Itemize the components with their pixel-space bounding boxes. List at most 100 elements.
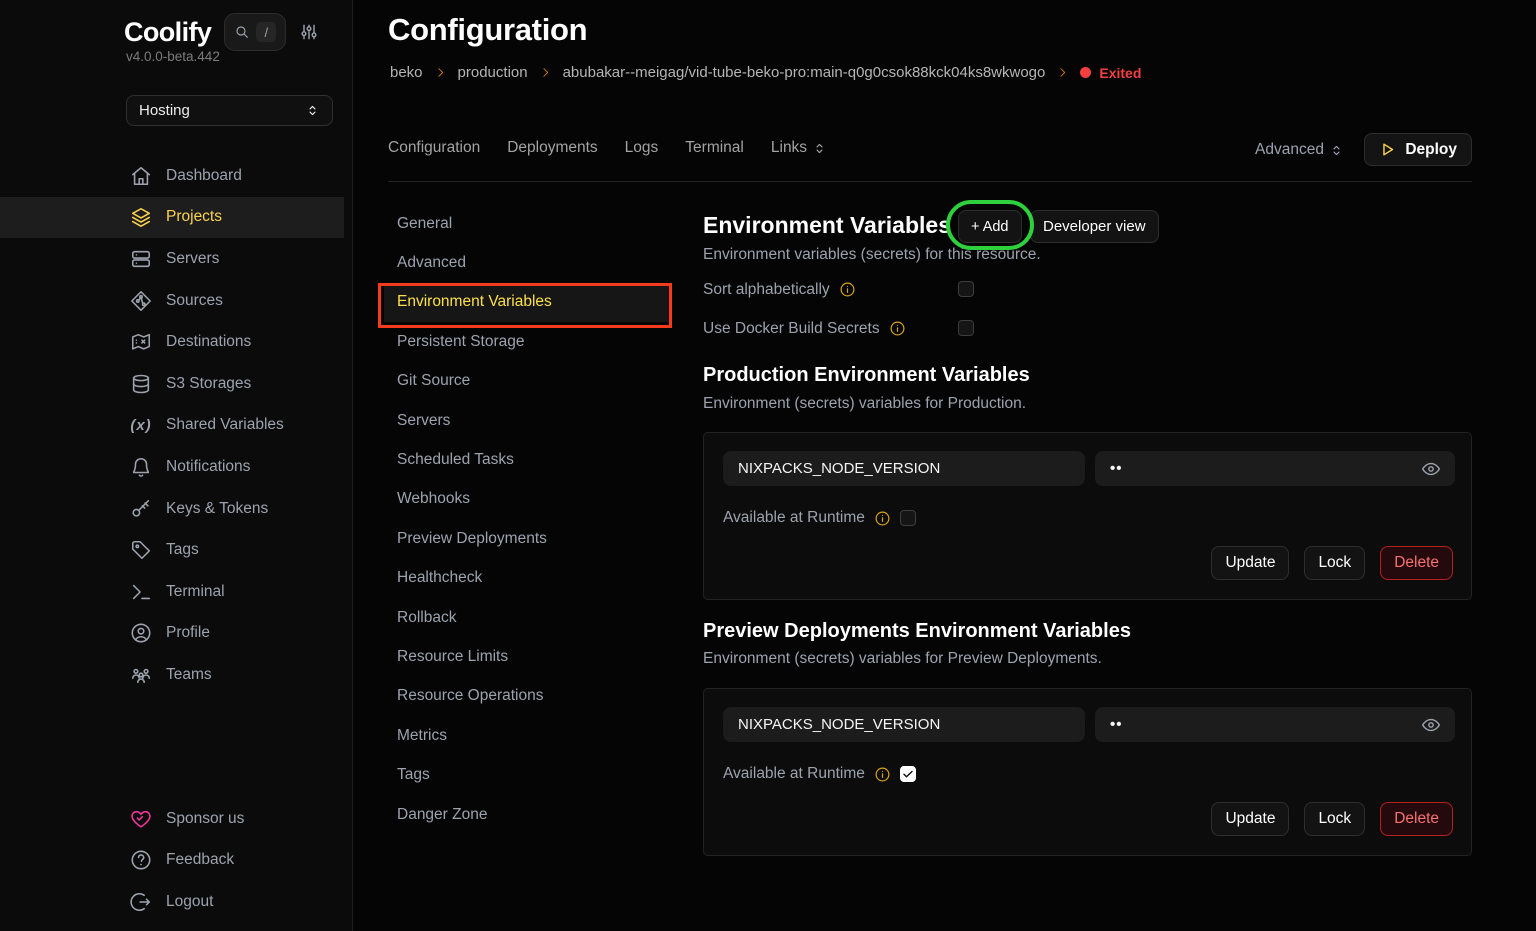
- sidebar-item-keys-tokens[interactable]: Keys & Tokens: [0, 488, 352, 530]
- sidebar-item-feedback[interactable]: Feedback: [0, 840, 352, 882]
- info-icon[interactable]: [839, 281, 856, 298]
- status-badge: Exited: [1080, 65, 1141, 81]
- eye-icon: [1421, 715, 1441, 735]
- subnav-item-resource-limits[interactable]: Resource Limits: [397, 637, 647, 676]
- sidebar-menu: Dashboard Projects Servers Sources Desti…: [0, 155, 352, 696]
- subnav-item-environment-variables[interactable]: Environment Variables: [384, 283, 670, 322]
- docker-build-secrets-row: Use Docker Build Secrets: [703, 320, 906, 337]
- users-icon: [130, 664, 152, 686]
- docker-build-secrets-checkbox[interactable]: [958, 320, 974, 336]
- production-variable-card: Available at Runtime Update Lock Delete: [703, 432, 1472, 600]
- tab-links[interactable]: Links: [771, 139, 827, 157]
- tab-deployments[interactable]: Deployments: [507, 139, 597, 157]
- available-at-runtime-checkbox[interactable]: [900, 510, 916, 526]
- info-icon[interactable]: [874, 510, 891, 527]
- sidebar: Coolify / v4.0.0-beta.442 Hosting Dashbo…: [0, 0, 353, 931]
- git-source-icon: [130, 290, 152, 312]
- help-icon: [130, 849, 152, 871]
- app-version: v4.0.0-beta.442: [126, 49, 220, 64]
- search-button[interactable]: /: [224, 13, 286, 51]
- subnav-item-persistent-storage[interactable]: Persistent Storage: [397, 322, 647, 361]
- layers-icon: [130, 206, 152, 228]
- coolify-app: Coolify / v4.0.0-beta.442 Hosting Dashbo…: [0, 0, 1536, 931]
- advanced-dropdown[interactable]: Advanced: [1255, 141, 1344, 159]
- reveal-value-button[interactable]: [1421, 715, 1441, 735]
- resource-tabs: Configuration Deployments Logs Terminal …: [388, 139, 827, 157]
- settings-sliders-icon[interactable]: [299, 22, 319, 42]
- tab-terminal[interactable]: Terminal: [685, 139, 744, 157]
- update-button[interactable]: Update: [1211, 546, 1289, 580]
- heart-icon: [130, 808, 152, 830]
- info-icon[interactable]: [874, 766, 891, 783]
- search-icon: [234, 24, 250, 40]
- sidebar-footer: Sponsor us Feedback Logout: [0, 798, 352, 923]
- info-icon[interactable]: [889, 320, 906, 337]
- preview-variable-card: Available at Runtime Update Lock Delete: [703, 688, 1472, 856]
- chevron-right-icon: [1056, 66, 1069, 79]
- lock-button[interactable]: Lock: [1304, 802, 1365, 836]
- breadcrumb: beko production abubakar--meigag/vid-tub…: [390, 64, 1141, 81]
- subnav-item-healthcheck[interactable]: Healthcheck: [397, 559, 647, 598]
- sidebar-item-servers[interactable]: Servers: [0, 238, 352, 280]
- subnav-item-git-source[interactable]: Git Source: [397, 362, 647, 401]
- subnav-item-scheduled-tasks[interactable]: Scheduled Tasks: [397, 440, 647, 479]
- update-button[interactable]: Update: [1211, 802, 1289, 836]
- logout-icon: [130, 891, 152, 913]
- subnav-item-danger-zone[interactable]: Danger Zone: [397, 795, 647, 834]
- breadcrumb-team[interactable]: beko: [390, 64, 423, 81]
- sidebar-item-logout[interactable]: Logout: [0, 881, 352, 923]
- eye-icon: [1421, 459, 1441, 479]
- status-label: Exited: [1099, 65, 1141, 81]
- variable-value-input[interactable]: [1095, 451, 1455, 486]
- subnav-item-resource-operations[interactable]: Resource Operations: [397, 677, 647, 716]
- sidebar-item-sources[interactable]: Sources: [0, 280, 352, 322]
- subnav-item-rollback[interactable]: Rollback: [397, 598, 647, 637]
- tab-logs[interactable]: Logs: [625, 139, 659, 157]
- variable-name-input[interactable]: [723, 451, 1085, 486]
- delete-button[interactable]: Delete: [1380, 546, 1453, 580]
- subnav-item-general[interactable]: General: [397, 204, 647, 243]
- tabs-divider: [388, 181, 1472, 182]
- available-at-runtime-checkbox[interactable]: [900, 766, 916, 782]
- sidebar-item-projects[interactable]: Projects: [0, 197, 344, 239]
- team-selector[interactable]: Hosting: [126, 95, 333, 126]
- tab-configuration[interactable]: Configuration: [388, 139, 480, 157]
- lock-button[interactable]: Lock: [1304, 546, 1365, 580]
- subnav-item-servers[interactable]: Servers: [397, 401, 647, 440]
- delete-button[interactable]: Delete: [1380, 802, 1453, 836]
- main-content: Configuration beko production abubakar--…: [354, 0, 1536, 931]
- breadcrumb-environment[interactable]: production: [458, 64, 528, 81]
- app-logo: Coolify: [124, 17, 211, 48]
- sidebar-item-destinations[interactable]: Destinations: [0, 321, 352, 363]
- variable-name-input[interactable]: [723, 707, 1085, 742]
- subnav-item-webhooks[interactable]: Webhooks: [397, 480, 647, 519]
- database-icon: [130, 373, 152, 395]
- sidebar-item-s3-storages[interactable]: S3 Storages: [0, 363, 352, 405]
- add-variable-button[interactable]: + Add: [958, 210, 1022, 243]
- variable-value-input[interactable]: [1095, 707, 1455, 742]
- variable-icon: (x): [130, 414, 152, 436]
- subnav-item-tags[interactable]: Tags: [397, 755, 647, 794]
- reveal-value-button[interactable]: [1421, 459, 1441, 479]
- sidebar-item-shared-variables[interactable]: (x) Shared Variables: [0, 405, 352, 447]
- user-icon: [130, 622, 152, 644]
- home-icon: [130, 165, 152, 187]
- deploy-button[interactable]: Deploy: [1364, 133, 1472, 166]
- sidebar-item-notifications[interactable]: Notifications: [0, 446, 352, 488]
- server-icon: [130, 248, 152, 270]
- sidebar-item-sponsor[interactable]: Sponsor us: [0, 798, 352, 840]
- subnav-item-preview-deployments[interactable]: Preview Deployments: [397, 519, 647, 558]
- sidebar-item-teams[interactable]: Teams: [0, 654, 352, 696]
- subnav-item-metrics[interactable]: Metrics: [397, 716, 647, 755]
- sidebar-item-terminal[interactable]: Terminal: [0, 571, 352, 613]
- status-dot-icon: [1080, 67, 1091, 78]
- sidebar-item-dashboard[interactable]: Dashboard: [0, 155, 352, 197]
- breadcrumb-resource[interactable]: abubakar--meigag/vid-tube-beko-pro:main-…: [563, 64, 1046, 81]
- chevron-up-down-icon: [305, 103, 320, 118]
- sidebar-item-tags[interactable]: Tags: [0, 529, 352, 571]
- sort-alphabetically-checkbox[interactable]: [958, 281, 974, 297]
- developer-view-button[interactable]: Developer view: [1030, 210, 1159, 243]
- subnav-item-advanced[interactable]: Advanced: [397, 243, 647, 282]
- variable-actions: Update Lock Delete: [1211, 802, 1453, 836]
- sidebar-item-profile[interactable]: Profile: [0, 613, 352, 655]
